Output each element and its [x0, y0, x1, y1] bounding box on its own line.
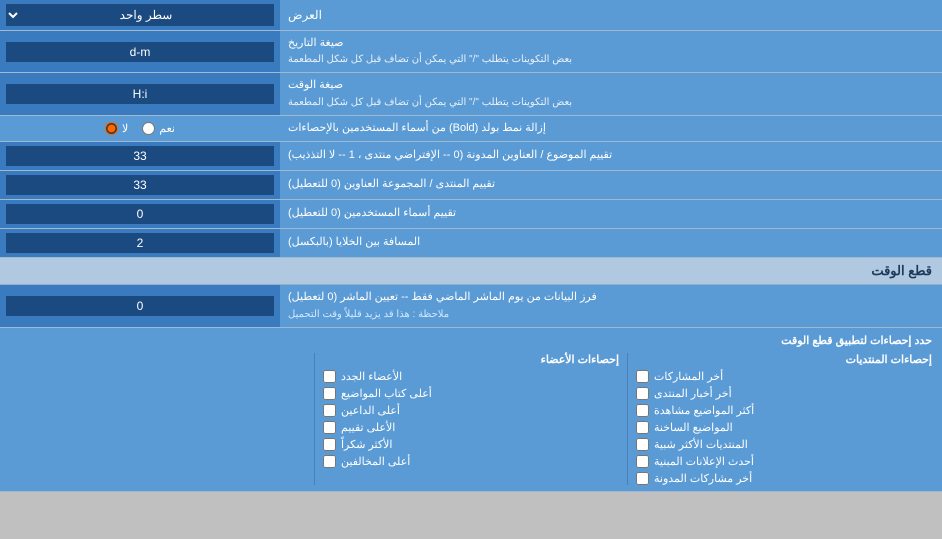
topic-sort-label: تقييم الموضوع / العناوين المدونة (0 -- ا… [280, 142, 942, 170]
forum-sort-input[interactable] [6, 175, 274, 195]
date-format-input[interactable] [6, 42, 274, 62]
radio-no[interactable]: لا [105, 122, 128, 135]
member-stats-column: إحصاءات الأعضاء الأعضاء الجدد أعلى كتاب … [323, 353, 619, 485]
checkbox-forum-5[interactable] [636, 455, 649, 468]
checkbox-item: المنتديات الأكثر شبية [636, 438, 932, 451]
checkbox-forum-2[interactable] [636, 404, 649, 417]
date-format-label: صيغة التاريخ بعض التكوينات يتطلب "/" الت… [280, 31, 942, 72]
freeze-data-label: فرز البيانات من يوم الماشر الماضي فقط --… [280, 285, 942, 326]
checkbox-member-3[interactable] [323, 421, 336, 434]
empty-stats-column [10, 353, 306, 485]
time-format-input[interactable] [6, 84, 274, 104]
checkbox-item: الأعلى تقييم [323, 421, 619, 434]
forum-sort-input-cell [0, 171, 280, 199]
forum-stats-column: إحصاءات المنتديات أخر المشاركات أخر أخبا… [636, 353, 932, 485]
lines-dropdown[interactable]: سطر واحد سطرين ثلاثة أسطر [6, 4, 274, 26]
checkbox-item: أعلى كتاب المواضيع [323, 387, 619, 400]
checkbox-member-1[interactable] [323, 387, 336, 400]
bold-remove-radio-cell: نعم لا [0, 116, 280, 141]
checkbox-item: المواضيع الساخنة [636, 421, 932, 434]
member-stats-title: إحصاءات الأعضاء [323, 353, 619, 366]
cell-gap-label: المسافة بين الخلايا (بالبكسل) [280, 229, 942, 257]
display-label: العرض [280, 0, 942, 30]
time-format-label: صيغة الوقت بعض التكوينات يتطلب "/" التي … [280, 73, 942, 114]
radio-no-input[interactable] [105, 122, 118, 135]
user-sort-input-cell [0, 200, 280, 228]
radio-yes-input[interactable] [142, 122, 155, 135]
column-divider-1 [627, 353, 628, 485]
checkbox-item: أخر مشاركات المدونة [636, 472, 932, 485]
topic-sort-input[interactable] [6, 146, 274, 166]
time-format-input-cell [0, 73, 280, 114]
checkbox-member-5[interactable] [323, 455, 336, 468]
lines-dropdown-cell: سطر واحد سطرين ثلاثة أسطر [0, 0, 280, 30]
bold-remove-label: إزالة نمط بولد (Bold) من أسماء المستخدمي… [280, 116, 942, 141]
freeze-section-header: قطع الوقت [0, 258, 942, 285]
checkbox-forum-4[interactable] [636, 438, 649, 451]
checkbox-item: أعلى الداعين [323, 404, 619, 417]
user-sort-label: تقييم أسماء المستخدمين (0 للتعطيل) [280, 200, 942, 228]
topic-sort-input-cell [0, 142, 280, 170]
forum-stats-title: إحصاءات المنتديات [636, 353, 932, 366]
checkbox-item: الأكثر شكراً [323, 438, 619, 451]
checkbox-item: أكثر المواضيع مشاهدة [636, 404, 932, 417]
checkbox-forum-1[interactable] [636, 387, 649, 400]
checkbox-forum-6[interactable] [636, 472, 649, 485]
checkbox-item: الأعضاء الجدد [323, 370, 619, 383]
checkbox-item: أعلى المخالفين [323, 455, 619, 468]
cell-gap-input-cell [0, 229, 280, 257]
stats-apply-label: حدد إحصاءات لتطبيق قطع الوقت [10, 334, 932, 347]
checkbox-member-0[interactable] [323, 370, 336, 383]
checkbox-item: أخر أخبار المنتدى [636, 387, 932, 400]
cell-gap-input[interactable] [6, 233, 274, 253]
checkbox-member-4[interactable] [323, 438, 336, 451]
user-sort-input[interactable] [6, 204, 274, 224]
checkbox-forum-3[interactable] [636, 421, 649, 434]
checkboxes-section: حدد إحصاءات لتطبيق قطع الوقت إحصاءات الم… [0, 328, 942, 492]
date-format-input-cell [0, 31, 280, 72]
checkbox-item: أخر المشاركات [636, 370, 932, 383]
checkbox-item: أحدث الإعلانات المبنية [636, 455, 932, 468]
column-divider-2 [314, 353, 315, 485]
radio-yes[interactable]: نعم [142, 122, 175, 135]
forum-sort-label: تقييم المنتدى / المجموعة العناوين (0 للت… [280, 171, 942, 199]
freeze-data-input[interactable] [6, 296, 274, 316]
freeze-data-input-cell [0, 285, 280, 326]
checkbox-forum-0[interactable] [636, 370, 649, 383]
checkbox-member-2[interactable] [323, 404, 336, 417]
